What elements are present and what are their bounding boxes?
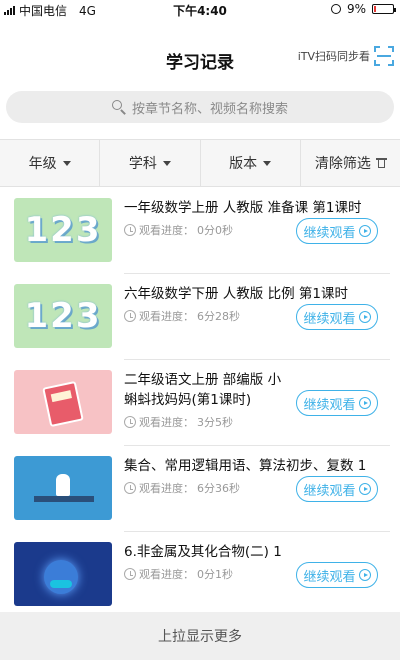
- list-item[interactable]: 集合、常用逻辑用语、算法初步、复数 1 观看进度： 6分36秒 继续观看: [0, 446, 400, 532]
- scan-sync-button[interactable]: iTV扫码同步看: [298, 46, 394, 66]
- progress-label: 观看进度：: [139, 568, 194, 581]
- continue-watching-button[interactable]: 继续观看: [296, 562, 378, 588]
- progress-label: 观看进度：: [139, 224, 194, 237]
- watch-progress: 观看进度： 6分36秒: [124, 480, 240, 496]
- clock-icon: [124, 416, 136, 428]
- course-title: 一年级数学上册 人教版 准备课 第1课时: [124, 200, 362, 216]
- battery-level: [374, 6, 376, 12]
- list-item[interactable]: 6.非金属及其化合物(二) 1 观看进度： 0分1秒 继续观看: [0, 532, 400, 618]
- search-icon: [111, 100, 126, 115]
- play-icon: [358, 569, 371, 581]
- continue-watching-label: 继续观看: [303, 569, 356, 585]
- course-title: 二年级语文上册 部编版 小蝌蚪找妈妈(第1课时): [124, 372, 282, 408]
- load-more-bar[interactable]: 上拉显示更多: [0, 612, 400, 660]
- course-thumbnail: [14, 542, 112, 606]
- continue-watching-label: 继续观看: [303, 397, 356, 413]
- chevron-down-icon: [162, 160, 171, 166]
- clock-icon: [124, 482, 136, 494]
- list-item[interactable]: 123 一年级数学上册 人教版 准备课 第1课时 观看进度： 0分0秒 继续观看: [0, 188, 400, 274]
- course-thumbnail: 123: [14, 284, 112, 348]
- search-input[interactable]: 按章节名称、视频名称搜索: [6, 91, 394, 123]
- course-thumbnail: [14, 456, 112, 520]
- search-placeholder: 按章节名称、视频名称搜索: [131, 101, 288, 117]
- course-title: 六年级数学下册 人教版 比例 第1课时: [124, 286, 348, 302]
- filter-bar: 年级 学科 版本 清除筛选: [0, 139, 400, 187]
- watch-progress: 观看进度： 0分0秒: [124, 222, 233, 238]
- play-icon: [358, 225, 371, 237]
- progress-value: 6分36秒: [197, 482, 240, 495]
- planet-image: [44, 560, 78, 594]
- progress-value: 0分0秒: [197, 224, 233, 237]
- scan-sync-label: iTV扫码同步看: [297, 50, 370, 63]
- continue-watching-label: 继续观看: [303, 225, 356, 241]
- scan-icon[interactable]: [374, 46, 394, 66]
- list-item[interactable]: 二年级语文上册 部编版 小蝌蚪找妈妈(第1课时) 观看进度： 3分5秒 继续观看: [0, 360, 400, 446]
- progress-label: 观看进度：: [139, 310, 194, 323]
- continue-watching-button[interactable]: 继续观看: [296, 218, 378, 244]
- course-title: 6.非金属及其化合物(二) 1: [124, 544, 282, 560]
- numbers-123-image: 123: [24, 296, 102, 336]
- progress-label: 观看进度：: [139, 416, 194, 429]
- continue-watching-label: 继续观看: [303, 311, 356, 327]
- continue-watching-label: 继续观看: [303, 483, 356, 499]
- book-image: [42, 380, 84, 428]
- course-thumbnail: 123: [14, 198, 112, 262]
- chevron-down-icon: [62, 160, 71, 166]
- progress-value: 6分28秒: [197, 310, 240, 323]
- continue-watching-button[interactable]: 继续观看: [296, 476, 378, 502]
- continue-watching-button[interactable]: 继续观看: [296, 390, 378, 416]
- list-item[interactable]: 123 六年级数学下册 人教版 比例 第1课时 观看进度： 6分28秒 继续观看: [0, 274, 400, 360]
- numbers-123-image: 123: [24, 210, 102, 250]
- chevron-down-icon: [263, 160, 272, 166]
- watch-progress: 观看进度： 3分5秒: [124, 414, 233, 430]
- clear-filters-label: 清除筛选: [314, 156, 371, 172]
- trash-icon: [375, 158, 387, 168]
- progress-value: 3分5秒: [197, 416, 233, 429]
- play-icon: [358, 397, 371, 409]
- rotation-lock-icon: [330, 4, 341, 14]
- status-right: 9%: [330, 2, 396, 16]
- play-icon: [358, 311, 371, 323]
- battery-icon: [372, 4, 396, 14]
- filter-edition-label: 版本: [229, 156, 258, 172]
- play-icon: [358, 483, 371, 495]
- battery-percent: 9%: [346, 2, 366, 16]
- clock-icon: [124, 224, 136, 236]
- course-thumbnail: [14, 370, 112, 434]
- clock-icon: [124, 310, 136, 322]
- watch-progress: 观看进度： 0分1秒: [124, 566, 233, 582]
- filter-subject[interactable]: 学科: [100, 140, 201, 186]
- progress-value: 0分1秒: [197, 568, 233, 581]
- header: 学习记录 iTV扫码同步看: [0, 18, 400, 92]
- watch-progress: 观看进度： 6分28秒: [124, 308, 240, 324]
- continue-watching-button[interactable]: 继续观看: [296, 304, 378, 330]
- filter-edition[interactable]: 版本: [201, 140, 301, 186]
- clear-filters-button[interactable]: 清除筛选: [301, 140, 400, 186]
- filter-subject-label: 学科: [128, 156, 157, 172]
- status-bar: 中国电信 4G 下午4:40 9%: [0, 0, 400, 18]
- desk-image: [34, 496, 94, 502]
- clock-icon: [124, 568, 136, 580]
- filter-grade-label: 年级: [28, 156, 57, 172]
- course-title: 集合、常用逻辑用语、算法初步、复数 1: [124, 458, 367, 474]
- progress-label: 观看进度：: [139, 482, 194, 495]
- filter-grade[interactable]: 年级: [0, 140, 101, 186]
- teacher-figure-image: [56, 474, 70, 496]
